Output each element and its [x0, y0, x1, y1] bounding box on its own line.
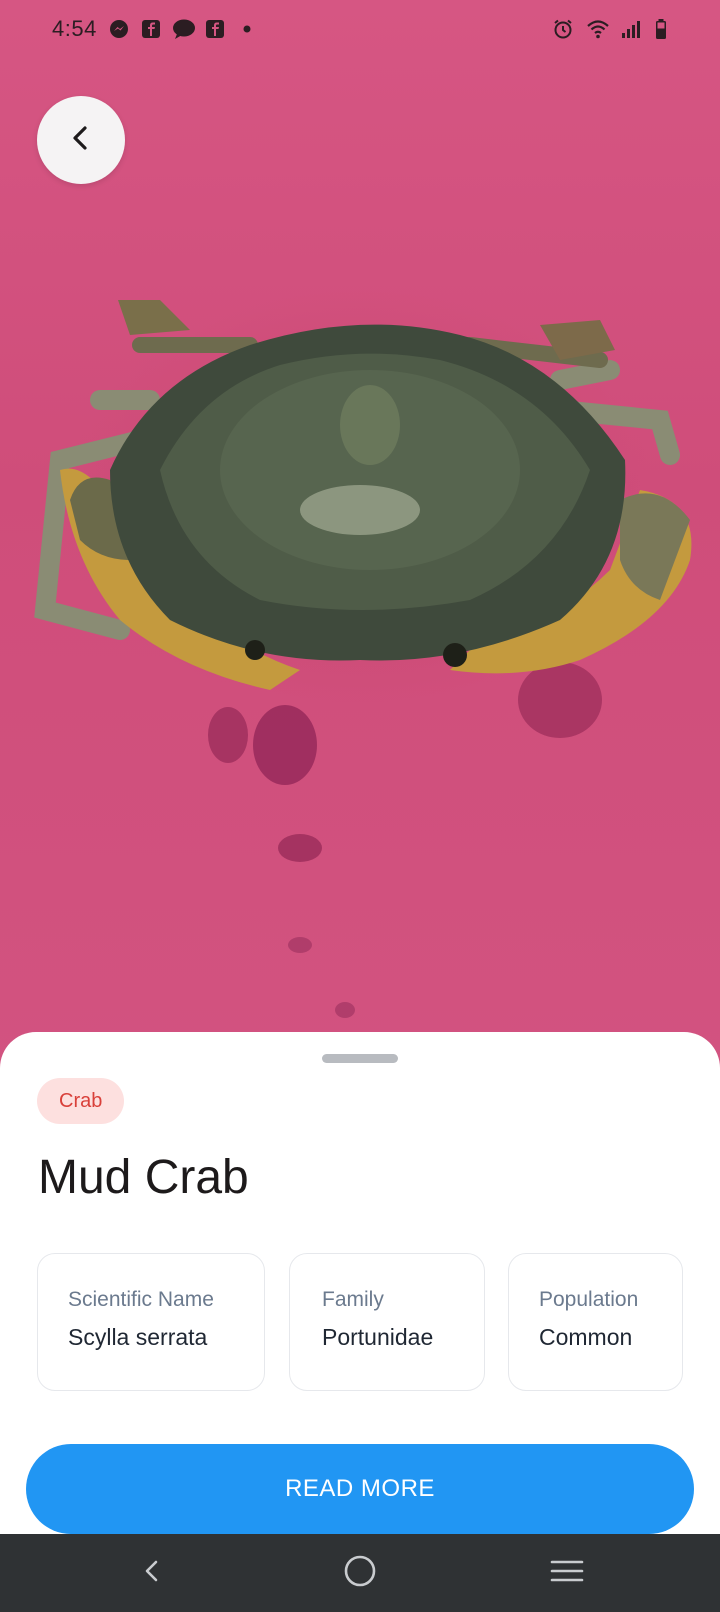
system-nav-bar	[0, 1534, 720, 1612]
notification-icons	[108, 18, 258, 40]
status-bar: 4:54	[0, 0, 720, 60]
read-more-button[interactable]: READ MORE	[26, 1444, 694, 1534]
messenger-icon	[108, 18, 130, 40]
drag-handle[interactable]	[322, 1054, 398, 1063]
wifi-icon	[586, 18, 609, 40]
info-value: Portunidae	[322, 1324, 434, 1350]
back-button[interactable]	[37, 96, 125, 184]
system-icons	[552, 18, 668, 40]
info-label: Population	[539, 1288, 639, 1311]
facebook-icon	[140, 18, 162, 40]
back-icon	[138, 1556, 168, 1591]
info-label: Family	[322, 1288, 384, 1311]
species-detail-screen: 4:54 Crab Mud Crab Scientific Name Scyll…	[0, 0, 720, 1612]
chevron-left-icon	[65, 122, 97, 159]
info-card-family: Family Portunidae	[289, 1253, 485, 1391]
info-value: Scylla serrata	[68, 1324, 208, 1350]
info-label: Scientific Name	[68, 1288, 214, 1311]
battery-icon	[654, 18, 668, 40]
species-title: Mud Crab	[38, 1151, 249, 1204]
category-chip: Crab	[37, 1078, 125, 1124]
recents-icon	[550, 1556, 584, 1591]
dot-icon	[236, 18, 258, 40]
info-card-scientific-name: Scientific Name Scylla serrata	[37, 1253, 265, 1391]
detail-sheet: Crab Mud Crab Scientific Name Scylla ser…	[0, 1032, 720, 1534]
signal-icon	[620, 18, 642, 40]
nav-back-button[interactable]	[128, 1548, 178, 1598]
alarm-icon	[552, 18, 574, 40]
nav-home-button[interactable]	[335, 1548, 385, 1598]
facebook-icon	[204, 18, 226, 40]
chat-icon	[172, 18, 195, 40]
nav-recents-button[interactable]	[542, 1548, 592, 1598]
category-label: Crab	[59, 1089, 103, 1112]
info-value: Common	[539, 1324, 633, 1350]
info-card-population: Population Common	[508, 1253, 683, 1391]
home-icon	[343, 1554, 377, 1593]
status-time: 4:54	[52, 16, 97, 41]
